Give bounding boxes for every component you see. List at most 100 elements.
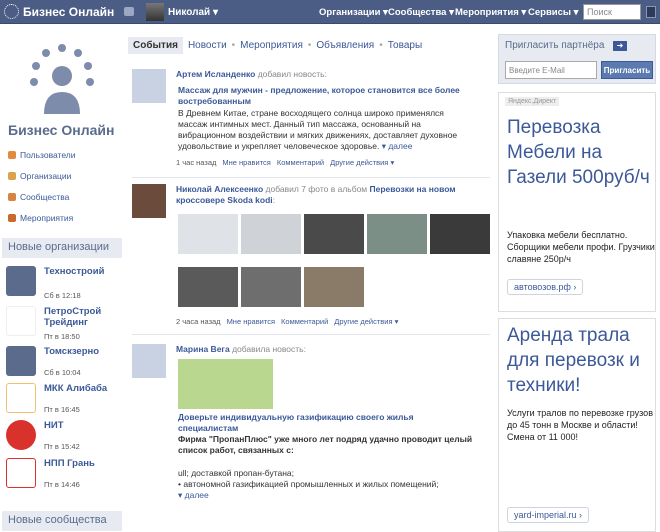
org-name[interactable]: Томскзерно xyxy=(44,346,99,357)
like-button[interactable]: Мне нравится xyxy=(222,158,270,167)
org-logo xyxy=(6,383,36,413)
nav-communities-label: Сообщества xyxy=(20,192,70,202)
post-body-text: В Древнем Китае, стране восходящего солн… xyxy=(178,108,458,151)
post-header-tail: : xyxy=(272,195,276,205)
feed: События Новости • Мероприятия • Объявления… xyxy=(128,24,492,532)
ad-url[interactable]: yard-imperial.ru › xyxy=(507,507,590,523)
album-photo[interactable] xyxy=(178,267,238,307)
feed-post: Николай Алексеенко добавил 7 фото в альб… xyxy=(132,184,490,334)
site-logo-icon xyxy=(30,44,94,114)
post-header: Артем Исланденко добавил новость: xyxy=(176,69,490,80)
org-name[interactable]: НПП Грань xyxy=(44,458,95,469)
building-icon xyxy=(6,346,36,376)
menu-services[interactable]: Сервисы ▾ xyxy=(528,7,578,18)
news-image[interactable] xyxy=(178,359,273,409)
invite-button[interactable]: Пригласить xyxy=(601,61,653,79)
post-author[interactable]: Марина Вега xyxy=(176,344,230,354)
album-photo[interactable] xyxy=(241,267,301,307)
org-date: Пт в 14:46 xyxy=(44,480,80,489)
org-item[interactable]: НПП Грань Пт в 14:46 xyxy=(6,458,122,494)
menu-communities[interactable]: Сообщества ▾ xyxy=(388,7,454,18)
ad-title[interactable]: Перевозка Мебели на Газели 500руб/ч xyxy=(507,115,652,190)
tab-goods[interactable]: Товары xyxy=(383,40,427,51)
more-link[interactable]: ▾ далее xyxy=(178,490,468,501)
org-logo xyxy=(6,458,36,488)
nav-organizations-label: Организации xyxy=(20,171,72,181)
brand-logo[interactable]: Бизнес Онлайн xyxy=(4,4,114,19)
menu-organizations[interactable]: Организации ▾ xyxy=(319,7,388,18)
post-title[interactable]: Доверьте индивидуальную газификацию свое… xyxy=(178,412,448,434)
avatar[interactable] xyxy=(132,184,166,218)
nav-events[interactable]: Мероприятия xyxy=(8,213,73,223)
divider xyxy=(132,334,490,335)
org-name[interactable]: НИТ xyxy=(44,420,64,431)
communities-icon xyxy=(8,193,16,201)
ad-url[interactable]: автовозов.рф › xyxy=(507,279,584,295)
post-title[interactable]: Массаж для мужчин - предложение, которое… xyxy=(178,85,478,107)
post-header: Николай Алексеенко добавил 7 фото в альб… xyxy=(176,184,490,206)
tab-news[interactable]: Новости xyxy=(183,40,232,51)
user-menu[interactable]: Николай ▾ xyxy=(146,3,218,21)
org-item[interactable]: ПетроСтрой Трейдинг Пт в 18:50 xyxy=(6,306,122,342)
post-author[interactable]: Артем Исланденко xyxy=(176,69,255,79)
more-actions-button[interactable]: Другие действия ▾ xyxy=(334,317,398,326)
users-icon xyxy=(8,151,16,159)
post-body: В Древнем Китае, стране восходящего солн… xyxy=(178,108,468,152)
menu-events[interactable]: Мероприятия ▾ xyxy=(455,7,526,18)
user-avatar xyxy=(146,3,164,21)
comment-button[interactable]: Комментарий xyxy=(281,317,328,326)
ad-title[interactable]: Аренда трала для перевозк и техники! xyxy=(507,323,652,398)
album-photo[interactable] xyxy=(304,267,364,307)
org-logo xyxy=(6,420,36,450)
album-photo[interactable] xyxy=(304,214,364,254)
arrow-right-icon[interactable]: ➜ xyxy=(613,41,627,51)
tab-events[interactable]: События xyxy=(128,36,183,54)
nav-organizations[interactable]: Организации xyxy=(8,171,71,181)
post-time: 1 час назад xyxy=(176,158,217,167)
like-button[interactable]: Мне нравится xyxy=(227,317,275,326)
album-photo[interactable] xyxy=(178,214,238,254)
tab-activities[interactable]: Мероприятия xyxy=(235,40,308,51)
post-action: добавила новость: xyxy=(232,344,306,354)
divider xyxy=(132,177,490,178)
calendar-icon xyxy=(8,214,16,222)
nav-users[interactable]: Пользователи xyxy=(8,150,75,160)
org-date: Сб в 10:04 xyxy=(44,368,81,377)
post-action: добавил 7 фото в альбом xyxy=(265,184,368,194)
org-date: Пт в 15:42 xyxy=(44,442,80,451)
avatar[interactable] xyxy=(132,344,166,378)
album-photo[interactable] xyxy=(430,214,490,254)
org-item[interactable]: Томскзерно Сб в 10:04 xyxy=(6,346,122,382)
feed-post: Артем Исланденко добавил новость: Массаж… xyxy=(132,69,490,189)
org-item[interactable]: НИТ Пт в 15:42 xyxy=(6,420,122,456)
top-bar: Бизнес Онлайн Николай ▾ Организации ▾ Со… xyxy=(0,0,660,24)
search-input[interactable]: Поиск xyxy=(583,4,641,20)
post-lead: Фирма "ПропанПлюс" уже много лет подряд … xyxy=(178,434,473,455)
avatar[interactable] xyxy=(132,69,166,103)
org-name[interactable]: ПетроСтрой Трейдинг xyxy=(44,306,122,328)
org-item[interactable]: МКК Алибаба Пт в 16:45 xyxy=(6,383,122,419)
album-photo[interactable] xyxy=(241,214,301,254)
album-photo[interactable] xyxy=(367,214,427,254)
org-name[interactable]: МКК Алибаба xyxy=(44,383,107,394)
brand-name: Бизнес Онлайн xyxy=(23,4,115,19)
ad-block[interactable]: Аренда трала для перевозк и техники! Усл… xyxy=(498,318,656,532)
org-name[interactable]: Техностроий xyxy=(44,266,104,277)
feed-tabs: События Новости • Мероприятия • Объявления… xyxy=(128,36,427,54)
nav-communities[interactable]: Сообщества xyxy=(8,192,69,202)
more-actions-button[interactable]: Другие действия ▾ xyxy=(330,158,394,167)
post-author[interactable]: Николай Алексеенко xyxy=(176,184,263,194)
email-field[interactable]: Введите E-Mail xyxy=(505,61,597,79)
comment-button[interactable]: Комментарий xyxy=(277,158,324,167)
ad-text: Услуги тралов по перевозке грузов до 45 … xyxy=(507,408,653,442)
new-orgs-heading: Новые организации xyxy=(2,238,122,258)
tab-ads[interactable]: Объявления xyxy=(311,40,379,51)
org-date: Пт в 16:45 xyxy=(44,405,80,414)
flag-icon[interactable] xyxy=(646,6,656,18)
nav-users-label: Пользователи xyxy=(20,150,76,160)
org-item[interactable]: Техностроий Сб в 12:18 xyxy=(6,266,122,302)
ad-block[interactable]: Яндекс.Директ Перевозка Мебели на Газели… xyxy=(498,92,656,312)
chat-icon[interactable] xyxy=(124,7,134,16)
site-name: Бизнес Онлайн xyxy=(8,122,115,138)
more-link[interactable]: ▾ далее xyxy=(382,141,413,151)
